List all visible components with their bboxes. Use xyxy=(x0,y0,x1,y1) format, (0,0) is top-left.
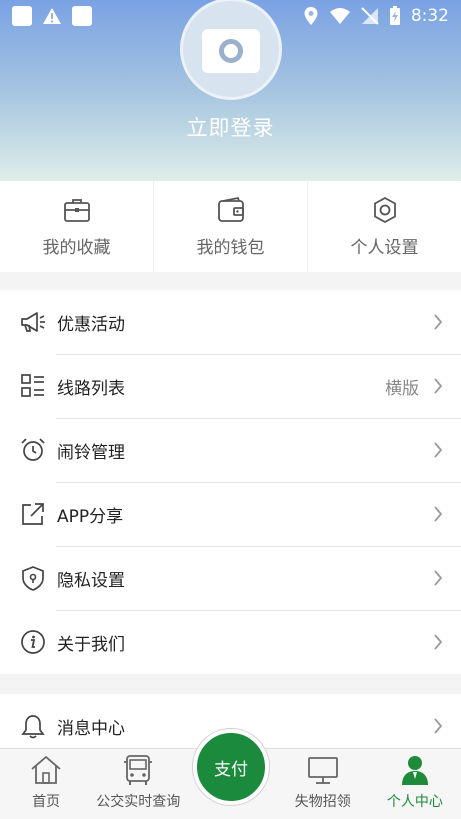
alarm-clock-icon xyxy=(21,438,45,461)
wallet-button[interactable]: 我的钱包 xyxy=(154,181,308,272)
nav-lost-found[interactable]: 失物招领 xyxy=(277,749,369,819)
menu-label: APP分享 xyxy=(57,506,124,527)
menu-label: 线路列表 xyxy=(57,378,125,399)
menu-value: 横版 xyxy=(385,378,419,399)
menu-item-promotions[interactable]: 优惠活动 xyxy=(0,290,461,354)
nav-label: 公交实时查询 xyxy=(96,794,181,810)
person-icon xyxy=(401,756,428,785)
quick-label: 我的钱包 xyxy=(196,238,265,258)
menu-item-route-list[interactable]: 线路列表 横版 xyxy=(0,354,461,418)
quick-label: 我的收藏 xyxy=(42,238,111,258)
chevron-right-icon xyxy=(434,634,443,650)
share-icon xyxy=(22,503,44,525)
chevron-right-icon xyxy=(434,718,443,734)
chevron-right-icon xyxy=(434,378,443,394)
bus-icon xyxy=(124,755,153,785)
menu-item-alarm-management[interactable]: 闹铃管理 xyxy=(0,418,461,482)
list-icon xyxy=(21,374,44,397)
nav-label: 个人中心 xyxy=(386,794,443,810)
warning-icon xyxy=(43,8,61,24)
favorites-button[interactable]: 我的收藏 xyxy=(0,181,154,272)
avatar[interactable] xyxy=(180,0,282,100)
chevron-right-icon xyxy=(434,442,443,458)
login-link[interactable]: 立即登录 xyxy=(0,112,461,142)
briefcase-icon xyxy=(63,199,90,222)
megaphone-icon xyxy=(21,312,45,332)
notification-icon xyxy=(72,6,92,26)
no-signal-icon xyxy=(361,7,379,25)
battery-icon xyxy=(389,6,400,25)
chevron-right-icon xyxy=(434,570,443,586)
personal-settings-button[interactable]: 个人设置 xyxy=(308,181,461,272)
menu-item-about-us[interactable]: 关于我们 xyxy=(0,610,461,674)
settings-icon xyxy=(373,196,396,224)
nav-label: 首页 xyxy=(32,794,61,810)
info-icon xyxy=(21,630,45,654)
menu-item-app-share[interactable]: APP分享 xyxy=(0,482,461,546)
quick-actions: 我的收藏 我的钱包 个人设置 xyxy=(0,181,461,272)
notification-icon xyxy=(12,6,32,26)
chevron-right-icon xyxy=(434,314,443,330)
nav-home[interactable]: 首页 xyxy=(0,749,92,819)
wifi-icon xyxy=(329,8,350,24)
pay-button[interactable]: 支付 xyxy=(193,729,269,805)
menu-label: 优惠活动 xyxy=(57,314,125,335)
location-icon xyxy=(304,7,318,25)
nav-bus-realtime[interactable]: 公交实时查询 xyxy=(92,749,184,819)
menu-label: 闹铃管理 xyxy=(57,442,125,463)
home-icon xyxy=(31,755,61,784)
chevron-right-icon xyxy=(434,506,443,522)
monitor-icon xyxy=(307,757,338,784)
nav-label: 失物招领 xyxy=(294,794,351,810)
profile-header: 8:32 立即登录 xyxy=(0,0,461,181)
camera-icon xyxy=(202,29,260,73)
settings-menu: 优惠活动 线路列表 横版 闹铃管理 APP分享 隐私设置 关于我们 xyxy=(0,290,461,674)
wallet-icon xyxy=(217,196,244,222)
menu-label: 隐私设置 xyxy=(57,570,125,591)
shield-icon xyxy=(22,566,44,591)
quick-label: 个人设置 xyxy=(350,238,419,258)
nav-personal-center[interactable]: 个人中心 xyxy=(369,749,461,819)
menu-item-privacy-settings[interactable]: 隐私设置 xyxy=(0,546,461,610)
status-time: 8:32 xyxy=(410,6,449,26)
menu-label: 关于我们 xyxy=(57,634,125,655)
bell-icon xyxy=(21,715,45,739)
